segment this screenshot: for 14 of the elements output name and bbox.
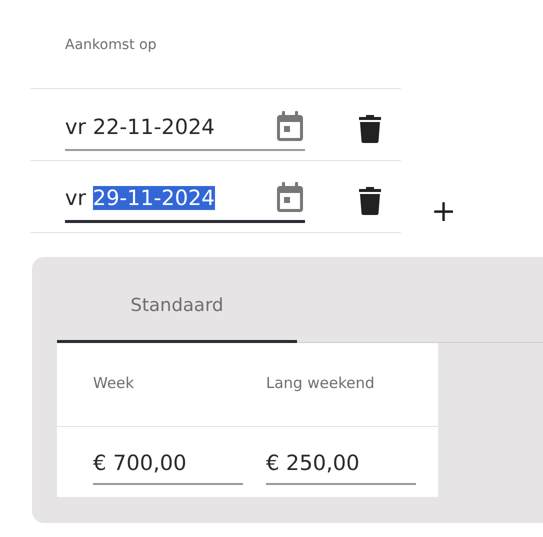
- calendar-icon[interactable]: [275, 182, 305, 214]
- delete-button[interactable]: [359, 114, 381, 142]
- add-button[interactable]: +: [431, 197, 456, 227]
- column-header: Lang weekend: [266, 374, 376, 394]
- column-header: Aankomst op: [65, 36, 157, 53]
- date-field[interactable]: vr 22-11-2024: [65, 104, 305, 150]
- calendar-icon[interactable]: [275, 110, 305, 142]
- column-header: Week: [93, 374, 136, 394]
- price-field[interactable]: € 250,00: [266, 451, 416, 485]
- price-field[interactable]: € 700,00: [93, 451, 243, 485]
- date-field[interactable]: vr 29-11-2024: [65, 176, 305, 222]
- trash-icon: [359, 186, 381, 214]
- trash-icon: [359, 114, 381, 142]
- delete-button[interactable]: [359, 186, 381, 214]
